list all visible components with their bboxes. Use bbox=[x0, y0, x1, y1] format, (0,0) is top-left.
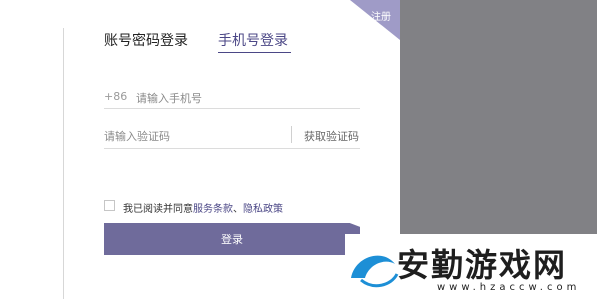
get-code-button[interactable]: 获取验证码 bbox=[304, 128, 359, 144]
agreement-text: 我已阅读并同意服务条款、隐私政策 bbox=[123, 200, 283, 215]
tab-account-login[interactable]: 账号密码登录 bbox=[104, 32, 188, 50]
active-tab-underline bbox=[218, 52, 291, 53]
country-code[interactable]: +86 bbox=[104, 90, 127, 103]
verification-code-input[interactable]: 请输入验证码 bbox=[104, 128, 170, 144]
phone-input-underline bbox=[104, 108, 360, 109]
terms-link[interactable]: 服务条款 bbox=[193, 204, 233, 215]
code-separator bbox=[291, 126, 292, 143]
code-input-underline bbox=[104, 148, 360, 149]
agree-checkbox[interactable] bbox=[104, 200, 115, 211]
phone-input[interactable]: 请输入手机号 bbox=[136, 90, 202, 106]
tab-phone-login[interactable]: 手机号登录 bbox=[218, 32, 288, 50]
site-watermark: 安勤游戏网 www.hzaccw.com bbox=[345, 234, 597, 299]
register-link[interactable]: 注册 bbox=[371, 8, 391, 23]
register-corner[interactable] bbox=[340, 0, 400, 40]
login-panel: 账号密码登录 手机号登录 +86 请输入手机号 请输入验证码 获取验证码 我已阅… bbox=[0, 0, 400, 299]
panel-divider bbox=[63, 28, 64, 299]
agreement-sep: 、 bbox=[233, 204, 243, 215]
watermark-title: 安勤游戏网 bbox=[397, 246, 568, 284]
agreement-prefix: 我已阅读并同意 bbox=[123, 204, 193, 215]
login-button[interactable]: 登录 bbox=[104, 223, 360, 255]
watermark-url: www.hzaccw.com bbox=[437, 282, 581, 293]
privacy-link[interactable]: 隐私政策 bbox=[243, 204, 283, 215]
